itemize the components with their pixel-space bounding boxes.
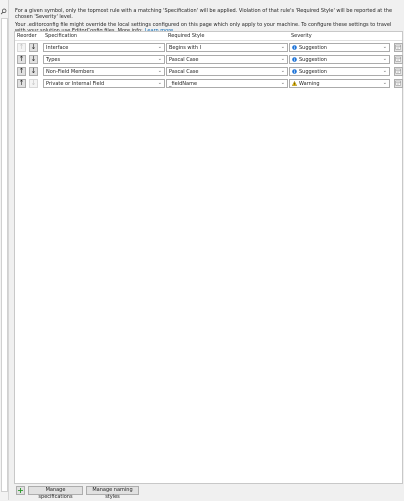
configure-icon	[395, 68, 401, 74]
severity-dropdown[interactable]: Suggestion ⌄	[289, 55, 390, 64]
table-row: ↑ ↓ Private or Internal Field ⌄ _fieldNa…	[15, 78, 403, 89]
move-up-button[interactable]: ↑	[17, 55, 26, 64]
severity-dropdown[interactable]: Suggestion ⌄	[289, 67, 390, 76]
move-down-button[interactable]: ↓	[29, 43, 38, 52]
chevron-down-icon: ⌄	[382, 44, 387, 50]
configure-button[interactable]	[394, 43, 403, 52]
chevron-down-icon: ⌄	[382, 68, 387, 74]
specification-dropdown[interactable]: Interface ⌄	[43, 43, 165, 52]
column-header-specification: Specification	[45, 33, 78, 39]
chevron-down-icon: ⌄	[157, 44, 162, 50]
arrow-up-icon: ↑	[18, 43, 25, 51]
arrow-down-icon: ↓	[30, 79, 37, 87]
add-rule-button[interactable]: +	[16, 486, 25, 495]
arrow-down-icon: ↓	[30, 67, 37, 75]
table-row: ↑ ↓ Interface ⌄ Begins with I ⌄ Suggesti…	[15, 42, 403, 53]
specification-dropdown[interactable]: Types ⌄	[43, 55, 165, 64]
column-header-reorder: Reorder	[17, 33, 37, 39]
chevron-down-icon: ⌄	[280, 68, 285, 74]
specification-value: Types	[46, 57, 61, 63]
column-header-required-style: Required Style	[168, 33, 205, 39]
chevron-down-icon: ⌄	[157, 56, 162, 62]
arrow-up-icon: ↑	[18, 79, 25, 87]
move-down-button[interactable]: ↓	[29, 55, 38, 64]
specification-value: Non-Field Members	[46, 69, 95, 75]
manage-naming-styles-button[interactable]: Manage naming styles	[86, 486, 139, 500]
specification-dropdown[interactable]: Non-Field Members ⌄	[43, 67, 165, 76]
specification-value: Private or Internal Field	[46, 81, 105, 87]
arrow-up-icon: ↑	[18, 55, 25, 63]
arrow-up-icon: ↑	[18, 67, 25, 75]
required-style-value: Pascal Case	[169, 57, 199, 63]
chevron-down-icon: ⌄	[157, 80, 162, 86]
specification-dropdown[interactable]: Private or Internal Field ⌄	[43, 79, 165, 88]
info-circle-icon	[292, 69, 297, 74]
grid-header: Reorder Specification Required Style Sev…	[15, 32, 402, 41]
move-down-button[interactable]: ↓	[29, 67, 38, 76]
configure-button[interactable]	[394, 55, 403, 64]
warning-triangle-icon	[292, 81, 297, 86]
severity-value: Suggestion	[299, 57, 327, 63]
required-style-value: Pascal Case	[169, 69, 199, 75]
left-panel	[0, 0, 9, 500]
required-style-dropdown[interactable]: Begins with I ⌄	[166, 43, 288, 52]
chevron-down-icon: ⌄	[280, 56, 285, 62]
severity-dropdown[interactable]: Suggestion ⌄	[289, 43, 390, 52]
required-style-value: Begins with I	[169, 45, 202, 51]
required-style-dropdown[interactable]: Pascal Case ⌄	[166, 55, 288, 64]
specification-value: Interface	[46, 45, 69, 51]
configure-button[interactable]	[394, 79, 403, 88]
description-line-1: For a given symbol, only the topmost rul…	[15, 8, 393, 20]
move-down-button[interactable]: ↓	[29, 79, 38, 88]
required-style-value: _fieldName	[169, 81, 198, 87]
table-row: ↑ ↓ Types ⌄ Pascal Case ⌄ Suggestion ⌄	[15, 54, 403, 65]
chevron-down-icon: ⌄	[382, 80, 387, 86]
column-header-severity: Severity	[291, 33, 312, 39]
configure-icon	[395, 44, 401, 50]
chevron-down-icon: ⌄	[280, 80, 285, 86]
severity-value: Suggestion	[299, 45, 327, 51]
chevron-down-icon: ⌄	[382, 56, 387, 62]
chevron-down-icon: ⌄	[280, 44, 285, 50]
left-tree-panel[interactable]	[1, 18, 8, 492]
info-circle-icon	[292, 45, 297, 50]
configure-icon	[395, 80, 401, 86]
severity-value: Warning	[299, 81, 320, 87]
move-up-button[interactable]: ↑	[17, 67, 26, 76]
manage-specifications-button[interactable]: Manage specifications	[28, 486, 83, 500]
move-up-button[interactable]: ↑	[17, 79, 26, 88]
required-style-dropdown[interactable]: _fieldName ⌄	[166, 79, 288, 88]
arrow-down-icon: ↓	[30, 55, 37, 63]
severity-value: Suggestion	[299, 69, 327, 75]
info-circle-icon	[292, 57, 297, 62]
configure-button[interactable]	[394, 67, 403, 76]
required-style-dropdown[interactable]: Pascal Case ⌄	[166, 67, 288, 76]
severity-dropdown[interactable]: Warning ⌄	[289, 79, 390, 88]
table-row: ↑ ↓ Non-Field Members ⌄ Pascal Case ⌄ Su…	[15, 66, 403, 77]
naming-rules-grid: Reorder Specification Required Style Sev…	[14, 31, 403, 484]
search-icon[interactable]	[0, 8, 7, 15]
chevron-down-icon: ⌄	[157, 68, 162, 74]
configure-icon	[395, 56, 401, 62]
move-up-button[interactable]: ↑	[17, 43, 26, 52]
arrow-down-icon: ↓	[30, 43, 37, 51]
